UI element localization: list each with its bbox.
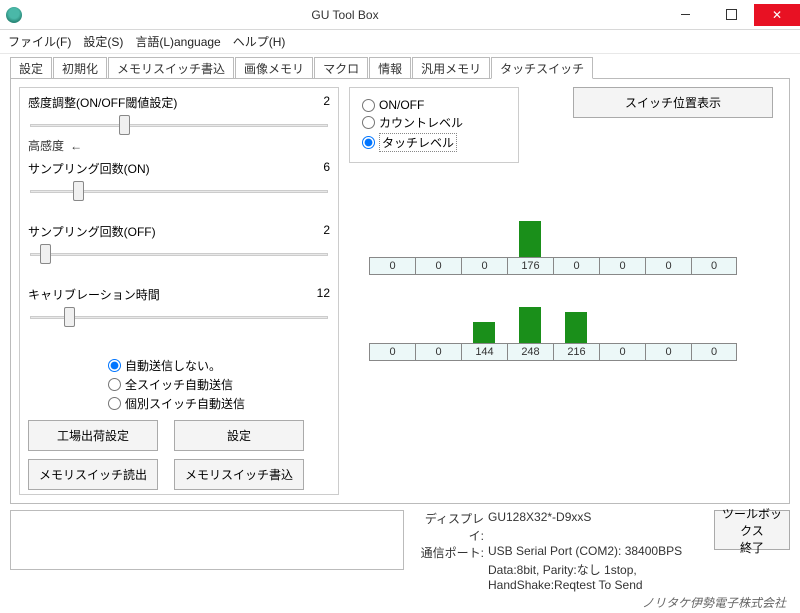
tab-touch-switch[interactable]: タッチスイッチ	[491, 57, 593, 79]
port-line3: HandShake:Reqtest To Send	[488, 578, 643, 592]
sampling-off-label: サンプリング回数(OFF)	[28, 223, 156, 240]
port-value: USB Serial Port (COM2): 38400BPS	[488, 544, 682, 561]
bar-value: 0	[691, 257, 737, 275]
info-box: ディスプレイ:GU128X32*-D9xxS 通信ポート:USB Serial …	[414, 510, 704, 592]
bar-value: 0	[369, 257, 415, 275]
tab-info[interactable]: 情報	[369, 57, 411, 79]
bar-value: 0	[369, 343, 415, 361]
bar-value: 176	[507, 257, 553, 275]
tab-strip: 設定 初期化 メモリスイッチ書込 画像メモリ マクロ 情報 汎用メモリ タッチス…	[10, 56, 790, 78]
menu-file[interactable]: ファイル(F)	[8, 33, 71, 50]
calib-value: 12	[317, 286, 330, 303]
menubar: ファイル(F) 設定(S) 言語(L)anguage ヘルプ(H)	[0, 30, 800, 54]
sampling-on-slider[interactable]	[28, 179, 330, 203]
read-button[interactable]: メモリスイッチ読出	[28, 459, 158, 490]
bar-value: 144	[461, 343, 507, 361]
radio-tx-each[interactable]: 個別スイッチ自動送信	[108, 395, 330, 412]
tab-memswitch-write[interactable]: メモリスイッチ書込	[108, 57, 234, 79]
sensitivity-label: 感度調整(ON/OFF閾値設定)	[28, 94, 177, 111]
radio-tx-none[interactable]: 自動送信しない。	[108, 357, 330, 374]
bar-value: 0	[415, 257, 461, 275]
maximize-button[interactable]	[708, 4, 754, 26]
high-sens-label: 高感度	[28, 139, 64, 153]
minimize-button[interactable]	[662, 4, 708, 26]
arrow-left-icon: ←	[70, 139, 82, 153]
menu-help[interactable]: ヘルプ(H)	[233, 33, 286, 50]
sampling-on-label: サンプリング回数(ON)	[28, 160, 150, 177]
bar-value: 0	[599, 257, 645, 275]
radio-onoff[interactable]: ON/OFF	[362, 98, 506, 112]
bar-charts: 0001760000 00144248216000	[369, 217, 737, 361]
sensitivity-value: 2	[323, 94, 330, 111]
footer: ノリタケ伊勢電子株式会社	[0, 592, 800, 613]
app-icon	[6, 7, 22, 23]
status-box	[10, 510, 404, 570]
bar-value: 0	[645, 343, 691, 361]
left-pane: 感度調整(ON/OFF閾値設定) 2 高感度 ← サンプリング回数(ON) 6 サン…	[19, 87, 339, 495]
port-label: 通信ポート:	[414, 544, 484, 561]
factory-button[interactable]: 工場出荷設定	[28, 420, 158, 451]
radio-count[interactable]: カウントレベル	[362, 114, 506, 131]
menu-settings[interactable]: 設定(S)	[83, 33, 123, 50]
menu-language[interactable]: 言語(L)anguage	[135, 33, 220, 50]
titlebar: GU Tool Box	[0, 0, 800, 30]
sampling-on-value: 6	[323, 160, 330, 177]
tab-general-mem[interactable]: 汎用メモリ	[412, 57, 490, 79]
display-label: ディスプレイ:	[414, 510, 484, 544]
write-button[interactable]: メモリスイッチ書込	[174, 459, 304, 490]
sampling-off-value: 2	[323, 223, 330, 240]
bar-value: 0	[691, 343, 737, 361]
tab-init[interactable]: 初期化	[53, 57, 107, 79]
calib-slider[interactable]	[28, 305, 330, 329]
display-value: GU128X32*-D9xxS	[488, 510, 591, 544]
close-button[interactable]	[754, 4, 800, 26]
bar-value: 248	[507, 343, 553, 361]
bar-value: 0	[645, 257, 691, 275]
tab-panel: 感度調整(ON/OFF閾値設定) 2 高感度 ← サンプリング回数(ON) 6 サン…	[10, 78, 790, 504]
bar-value: 0	[461, 257, 507, 275]
show-position-button[interactable]: スイッチ位置表示	[573, 87, 773, 118]
calib-label: キャリブレーション時間	[28, 286, 160, 303]
window-title: GU Tool Box	[28, 8, 662, 22]
tab-image-mem[interactable]: 画像メモリ	[235, 57, 313, 79]
right-pane: ON/OFF カウントレベル タッチレベル スイッチ位置表示 000176000…	[349, 87, 781, 495]
sensitivity-slider[interactable]	[28, 113, 330, 137]
radio-tx-all[interactable]: 全スイッチ自動送信	[108, 376, 330, 393]
radio-touch[interactable]: タッチレベル	[362, 133, 506, 152]
exit-button[interactable]: ツールボックス 終了	[714, 510, 790, 550]
tab-settings[interactable]: 設定	[10, 57, 52, 79]
bar-value: 0	[553, 257, 599, 275]
bar-value: 0	[415, 343, 461, 361]
bar-value: 216	[553, 343, 599, 361]
set-button[interactable]: 設定	[174, 420, 304, 451]
bar-value: 0	[599, 343, 645, 361]
sampling-off-slider[interactable]	[28, 242, 330, 266]
port-line2: Data:8bit, Parity:なし 1stop,	[488, 561, 637, 578]
tab-macro[interactable]: マクロ	[314, 57, 368, 79]
mode-radio-group: ON/OFF カウントレベル タッチレベル	[349, 87, 519, 163]
